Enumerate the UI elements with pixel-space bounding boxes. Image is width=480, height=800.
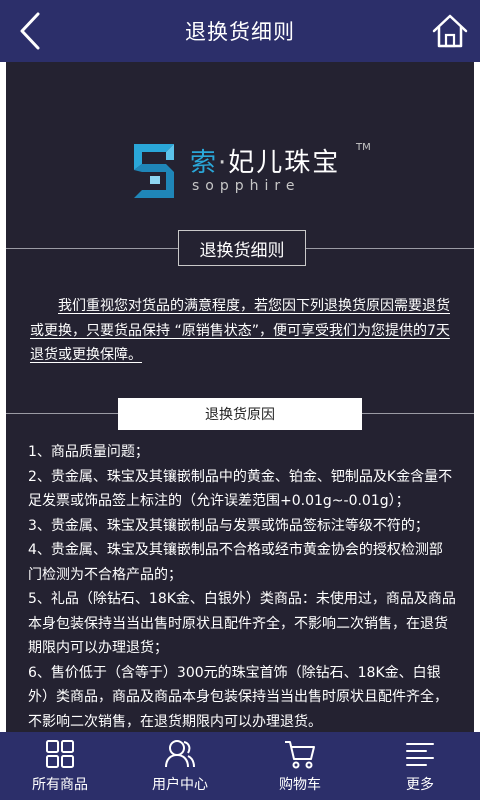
logo-mark-icon (134, 144, 174, 198)
brand-name-en: sopphire (192, 178, 301, 194)
bottom-tab-bar: 所有商品 用户中心 购物车 更多 (0, 732, 480, 800)
reason-item: 3、贵金属、珠宝及其镶嵌制品与发票或饰品签标注等级不符的； (28, 517, 429, 534)
grid-icon (46, 740, 74, 768)
policy-content[interactable]: 索·妃儿珠宝 TM sopphire 退换货细则 我们重视您对货品的满意程度，若… (6, 62, 474, 732)
tab-label: 所有商品 (32, 777, 88, 793)
tab-cart[interactable]: 购物车 (240, 732, 360, 800)
tab-more[interactable]: 更多 (360, 732, 480, 800)
home-button[interactable] (430, 12, 470, 50)
section-title: 退换货细则 (178, 230, 306, 266)
tab-all-products[interactable]: 所有商品 (0, 732, 120, 800)
intro-paragraph: 我们重视您对货品的满意程度，若您因下列退换货原因需要退货或更换，只要货品保持 “… (30, 298, 450, 363)
brand-logo: 索·妃儿珠宝 TM sopphire (126, 138, 371, 204)
brand-dot: · (218, 148, 229, 178)
back-button[interactable] (14, 10, 48, 52)
app-header: 退换货细则 (0, 0, 480, 62)
reason-item: 6、售价低于（含等于）300元的珠宝首饰（除钻石、18K金、白银外）类商品，商品… (28, 664, 448, 730)
trademark-mark: TM (356, 142, 371, 153)
tab-label: 购物车 (279, 777, 321, 793)
brand-cn-first: 索 (190, 148, 219, 178)
home-icon (432, 14, 468, 48)
brand-cn-rest: 妃儿珠宝 (228, 148, 341, 178)
user-icon (165, 740, 195, 768)
reason-item: 4、贵金属、珠宝及其镶嵌制品不合格或经市黄金协会的授权检测部门检测为不合格产品的… (28, 542, 443, 583)
tab-label: 用户中心 (152, 777, 208, 793)
chevron-left-icon (20, 12, 40, 50)
menu-icon (406, 743, 434, 766)
cart-icon (285, 741, 315, 769)
brand-name-cn: 索·妃儿珠宝 (190, 142, 340, 179)
reason-item: 5、礼品（除钻石、18K金、白银外）类商品：未使用过，商品及商品本身包装保持当当… (28, 591, 456, 656)
tab-label: 更多 (406, 777, 434, 793)
reason-title: 退换货原因 (118, 398, 362, 430)
tab-user-center[interactable]: 用户中心 (120, 732, 240, 800)
page-title: 退换货细则 (185, 20, 295, 44)
reason-list: 1、商品质量问题； 2、贵金属、珠宝及其镶嵌制品中的黄金、铂金、钯制品及K金含量… (28, 440, 456, 732)
reason-item: 2、贵金属、珠宝及其镶嵌制品中的黄金、铂金、钯制品及K金含量不足发票或饰品签上标… (28, 468, 453, 510)
reason-item: 1、商品质量问题； (28, 444, 149, 460)
